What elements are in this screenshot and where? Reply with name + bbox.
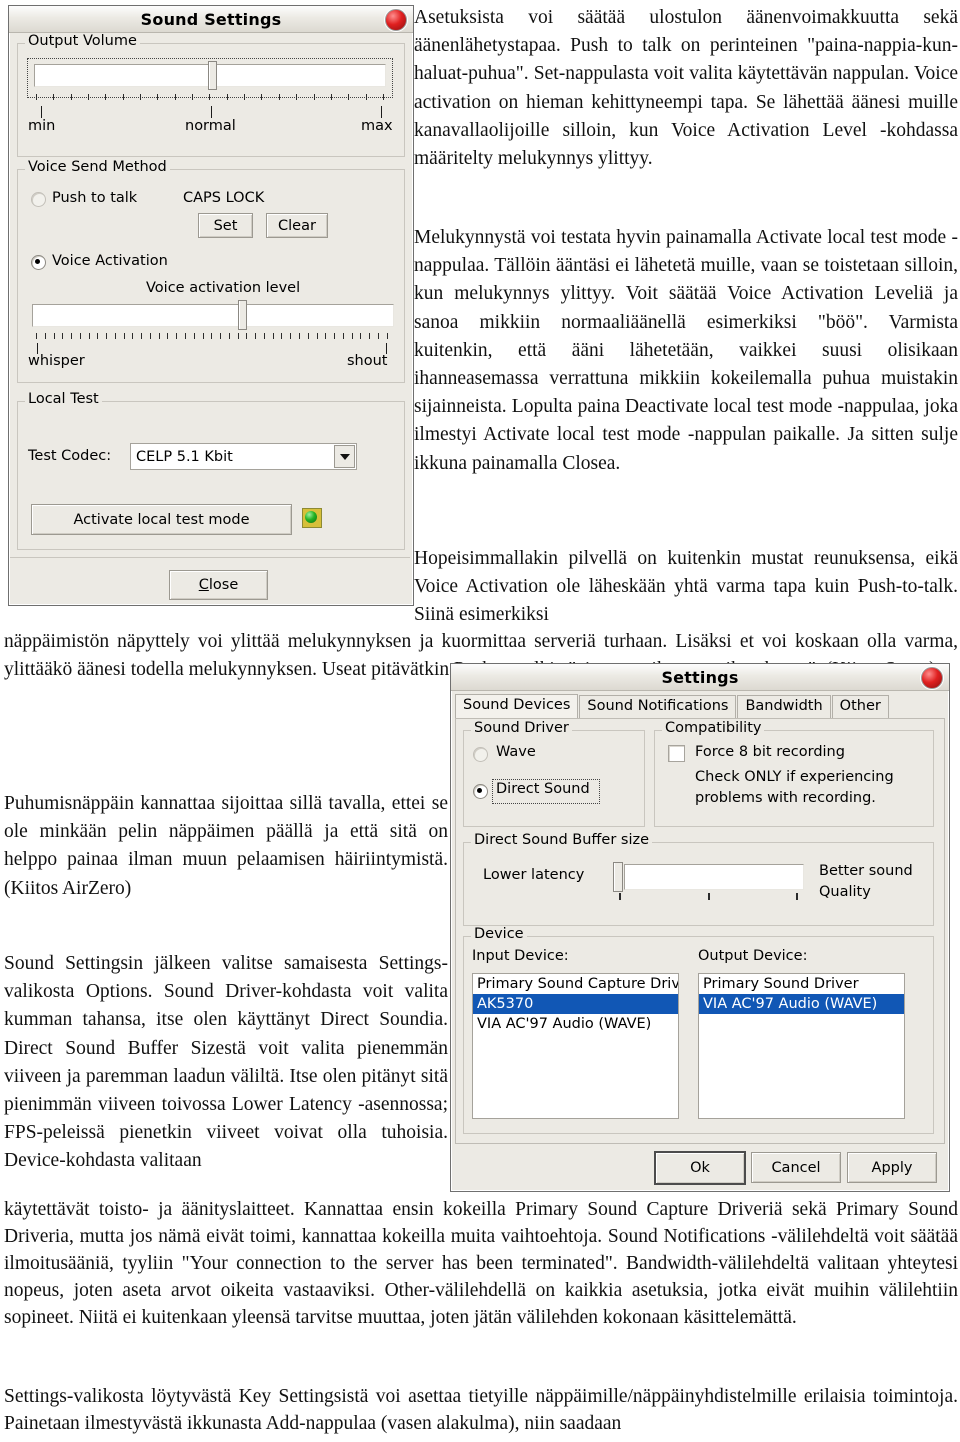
activate-local-test-mode-button[interactable]: Activate local test mode: [31, 504, 292, 535]
local-test-label: Local Test: [25, 391, 102, 407]
test-codec-label: Test Codec:: [28, 448, 112, 464]
settings-titlebar: Settings: [451, 664, 949, 691]
sound-settings-title: Sound Settings: [140, 9, 282, 29]
paragraph-intro: Asetuksista voi säätää ulostulon äänenvo…: [414, 7, 958, 170]
input-device-label: Input Device:: [472, 948, 569, 964]
buffer-tick-mid: [708, 893, 710, 900]
settings-title: Settings: [661, 667, 739, 687]
close-button[interactable]: Close: [169, 570, 268, 600]
output-volume-max-marker: [381, 106, 382, 118]
checkbox-force-8bit[interactable]: [668, 745, 685, 762]
sound-driver-group: Sound Driver Wave Direct Sound: [463, 720, 645, 827]
paragraph-talk-key: Puhumisnäppäin kannattaa sijoittaa sillä…: [4, 793, 448, 899]
buffer-size-label: Direct Sound Buffer size: [471, 832, 653, 848]
dialog-separator: [10, 557, 410, 558]
close-button-rest: lose: [208, 577, 239, 593]
output-volume-ticks: [36, 94, 384, 100]
output-volume-normal-marker: [211, 106, 212, 118]
buffer-tick-right: [796, 893, 798, 900]
output-device-label: Output Device:: [698, 948, 808, 964]
close-icon[interactable]: [921, 667, 943, 689]
output-volume-min-marker: [41, 106, 42, 118]
voice-activation-label[interactable]: Voice Activation: [52, 253, 168, 269]
list-item[interactable]: VIA AC'97 Audio (WAVE): [699, 994, 904, 1014]
green-led-indicator-icon: [302, 508, 322, 528]
list-item[interactable]: VIA AC'97 Audio (WAVE): [473, 1014, 678, 1034]
sound-settings-titlebar: Sound Settings: [9, 6, 413, 33]
set-hotkey-button[interactable]: Set: [198, 213, 253, 238]
push-to-talk-label[interactable]: Push to talk: [52, 190, 137, 206]
output-volume-min-label: min: [28, 118, 56, 134]
clear-hotkey-button[interactable]: Clear: [266, 213, 328, 238]
sound-settings-dialog[interactable]: Sound Settings Output Volume min normal …: [8, 5, 414, 606]
voice-activation-thumb[interactable]: [238, 300, 247, 330]
wave-label[interactable]: Wave: [496, 744, 536, 760]
paragraph-key-settings: Settings-valikosta löytyvästä Key Settin…: [4, 1386, 958, 1434]
voice-activation-level-label: Voice activation level: [146, 280, 301, 296]
output-volume-max-label: max: [361, 118, 393, 134]
chevron-down-icon[interactable]: [334, 445, 355, 468]
paragraph-local-test: Melukynnystä voi testata hyvin painamall…: [414, 227, 958, 474]
input-device-list[interactable]: Primary Sound Capture Driv AK5370 VIA AC…: [472, 973, 679, 1119]
paragraph-options: Sound Settingsin jälkeen valitse samaise…: [4, 953, 448, 1172]
shout-label: shout: [347, 353, 388, 369]
close-icon[interactable]: [385, 9, 407, 31]
apply-button[interactable]: Apply: [847, 1152, 937, 1183]
voice-send-method-label: Voice Send Method: [25, 159, 170, 175]
settings-tabstrip[interactable]: Sound Devices Sound Notifications Bandwi…: [455, 694, 945, 718]
voice-activation-track[interactable]: [32, 304, 394, 327]
hotkey-value: CAPS LOCK: [183, 190, 265, 206]
list-item[interactable]: Primary Sound Driver: [699, 974, 904, 994]
tab-sound-notifications[interactable]: Sound Notifications: [579, 695, 737, 718]
radio-push-to-talk[interactable]: [31, 192, 46, 207]
compatibility-label: Compatibility: [662, 720, 765, 736]
buffer-size-group: Direct Sound Buffer size Lower latency B…: [463, 832, 934, 926]
compatibility-hint-line2: problems with recording.: [695, 790, 876, 806]
sound-driver-label: Sound Driver: [471, 720, 572, 736]
paragraph-silver-cloud: Hopeisimmallakin pilvellä on kuitenkin m…: [414, 548, 958, 626]
tab-sound-devices[interactable]: Sound Devices: [455, 694, 579, 718]
output-device-list[interactable]: Primary Sound Driver VIA AC'97 Audio (WA…: [698, 973, 905, 1119]
radio-wave[interactable]: [473, 747, 488, 762]
better-quality-label-line1: Better sound: [819, 863, 913, 879]
direct-sound-label[interactable]: Direct Sound: [496, 781, 590, 797]
ok-button[interactable]: Ok: [654, 1151, 746, 1185]
compatibility-hint-line1: Check ONLY if experiencing: [695, 769, 894, 785]
settings-dialog[interactable]: Settings Sound Devices Sound Notificatio…: [450, 663, 950, 1192]
voice-activation-ticks: [36, 333, 388, 339]
list-item[interactable]: Primary Sound Capture Driv: [473, 974, 678, 994]
paragraph-devices: käytettävät toisto- ja äänityslaitteet. …: [4, 1199, 958, 1328]
output-volume-thumb[interactable]: [208, 61, 217, 90]
buffer-size-thumb[interactable]: [613, 862, 623, 892]
compatibility-group: Compatibility Force 8 bit recording Chec…: [654, 720, 934, 827]
device-label: Device: [471, 926, 527, 942]
output-volume-group: Output Volume min normal max: [17, 33, 405, 157]
cancel-button[interactable]: Cancel: [751, 1152, 841, 1183]
output-volume-normal-label: normal: [185, 118, 236, 134]
test-codec-value: CELP 5.1 Kbit: [136, 448, 233, 465]
whisper-label: whisper: [28, 353, 85, 369]
lower-latency-label: Lower latency: [483, 867, 585, 883]
local-test-group: Local Test Test Codec: CELP 5.1 Kbit Act…: [17, 391, 405, 550]
voice-send-method-group: Voice Send Method Push to talk CAPS LOCK…: [17, 159, 405, 383]
close-button-label: Close: [198, 577, 239, 593]
buffer-tick-left: [619, 893, 621, 900]
radio-voice-activation[interactable]: [31, 255, 46, 270]
tab-other[interactable]: Other: [831, 695, 889, 718]
list-item[interactable]: AK5370: [473, 994, 678, 1014]
output-volume-label: Output Volume: [25, 33, 140, 49]
tab-bandwidth[interactable]: Bandwidth: [737, 695, 831, 718]
force-8bit-label[interactable]: Force 8 bit recording: [695, 744, 845, 760]
buffer-size-track[interactable]: [624, 864, 804, 890]
radio-direct-sound[interactable]: [473, 784, 488, 799]
better-quality-label-line2: Quality: [819, 884, 871, 900]
device-group: Device Input Device: Output Device: Prim…: [463, 926, 934, 1134]
test-codec-combo[interactable]: CELP 5.1 Kbit: [130, 443, 357, 470]
